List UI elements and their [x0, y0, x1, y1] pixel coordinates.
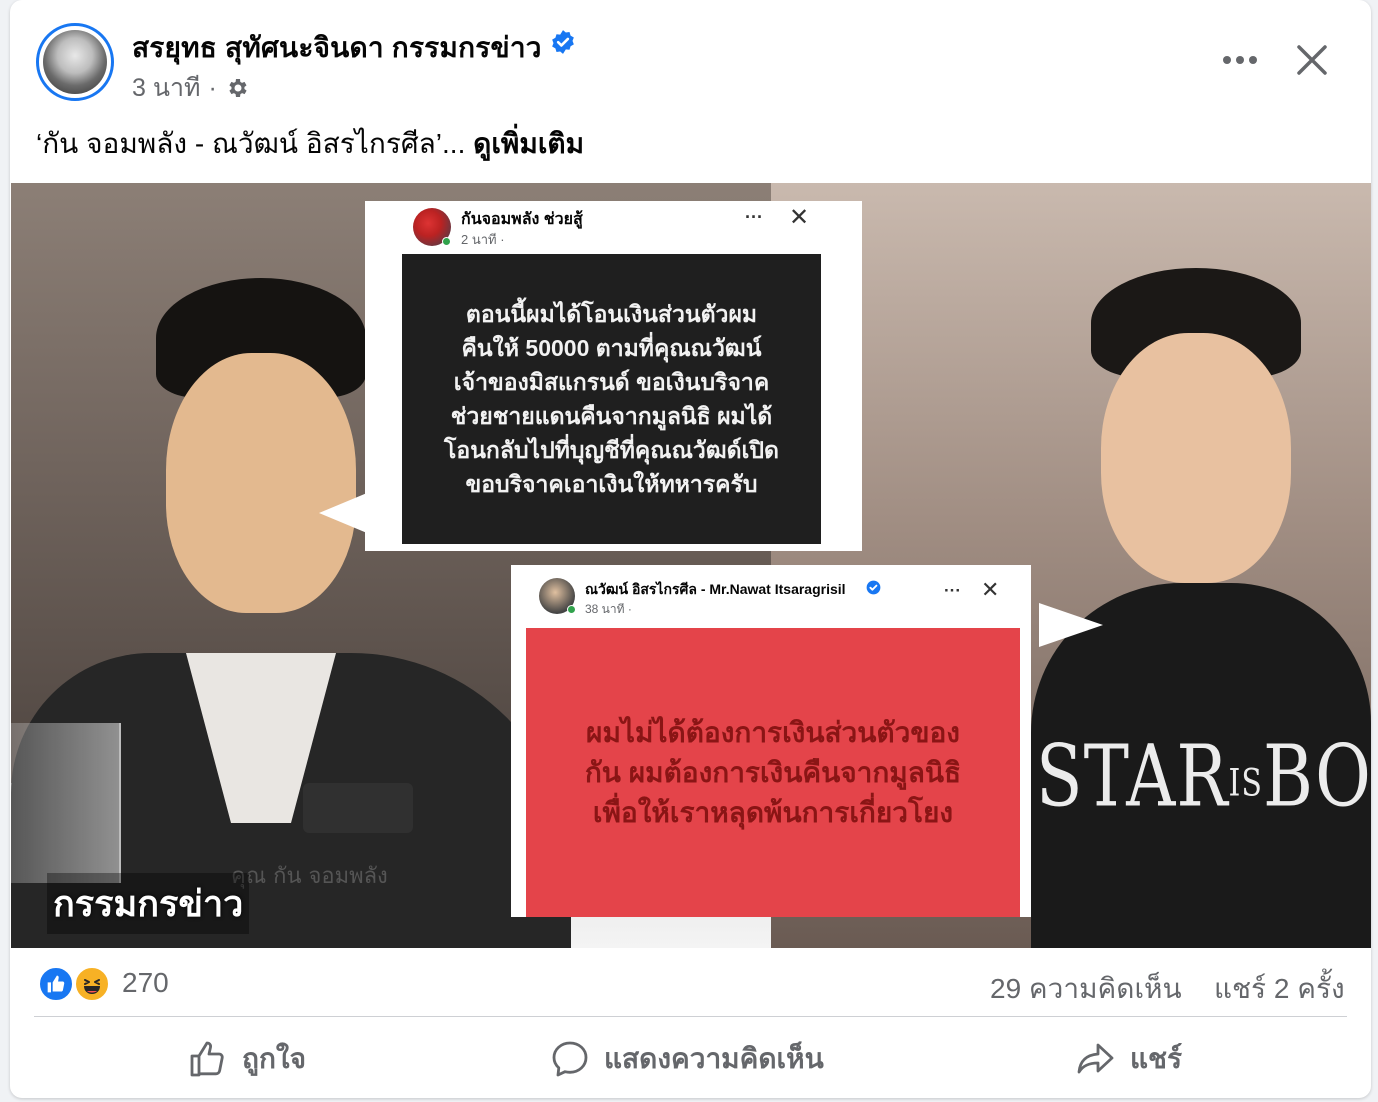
embedded-more-icon-1: ···	[745, 207, 763, 227]
like-icon	[190, 1041, 224, 1077]
phone-on-desk	[303, 783, 413, 833]
more-options-button[interactable]	[1216, 40, 1264, 80]
see-more-link[interactable]: ดูเพิ่มเติม	[473, 128, 584, 159]
comment-label: แสดงความคิดเห็น	[604, 1043, 824, 1074]
speech-bubble-tail-2	[1039, 603, 1103, 647]
water-glass	[11, 723, 121, 883]
shares-count[interactable]: แชร์ 2 ครั้ง	[1214, 967, 1345, 1011]
embedded-text-box-2: ผมไม่ได้ต้องการเงินส่วนตัวของ กัน ผมต้อง…	[526, 628, 1020, 917]
close-icon	[1297, 45, 1327, 75]
actions-divider	[34, 1016, 1347, 1017]
post-header: สรยุทธ สุทัศนะจินดา กรรมกรข่าว 3 นาที ·	[10, 0, 1371, 110]
embedded-more-icon-2: ···	[944, 581, 961, 600]
embedded-message-2: ผมไม่ได้ต้องการเงินส่วนตัวของ กัน ผมต้อง…	[584, 716, 962, 828]
author-name[interactable]: สรยุทธ สุทัศนะจินดา กรรมกรข่าว	[132, 26, 542, 70]
embedded-message-1: ตอนนี้ผมได้โอนเงินส่วนตัวผม คืนให้ 50000…	[444, 301, 779, 497]
embedded-verified-icon	[866, 580, 881, 595]
embedded-close-icon-2: ✕	[981, 577, 1000, 602]
comment-button[interactable]: แสดงความคิดเห็น	[550, 1036, 824, 1082]
post-caption: ‘กัน จอมพลัง - ณวัฒน์ อิสรไกรศีล’... ดูเ…	[36, 122, 584, 166]
thumbs-up-icon	[47, 975, 65, 993]
close-button[interactable]	[1288, 36, 1336, 84]
share-button[interactable]: แชร์	[1076, 1036, 1182, 1082]
embedded-time-2: 38 นาที ·	[585, 602, 632, 616]
like-reaction-icon[interactable]	[38, 966, 74, 1002]
shirt-text-born: BORN	[1262, 728, 1371, 827]
embedded-post-1: กันจอมพลัง ช่วยสู้ 2 นาที · ··· ✕ ตอนนี้…	[365, 201, 862, 551]
shirt-text-star: STAR	[1036, 728, 1229, 827]
post-card: สรยุทธ สุทัศนะจินดา กรรมกรข่าว 3 นาที · …	[10, 0, 1371, 1098]
embedded-post-2: ณวัฒน์ อิสรไกรศีล - Mr.Nawat Itsaragrisi…	[511, 565, 1031, 917]
person-right-face	[1101, 333, 1291, 583]
comment-icon	[552, 1041, 588, 1077]
audience-globe-icon	[229, 79, 247, 97]
online-dot-1	[442, 237, 451, 246]
post-actions: ถูกใจ แสดงความคิดเห็น แชร์	[10, 1020, 1371, 1098]
embedded-author-2: ณวัฒน์ อิสรไกรศีล - Mr.Nawat Itsaragrisi…	[585, 581, 846, 597]
reactions-count[interactable]: 270	[122, 967, 169, 999]
share-label: แชร์	[1130, 1043, 1183, 1074]
verified-badge-icon	[552, 30, 574, 54]
laughing-face-icon	[84, 979, 100, 994]
engagement-stats: 270 29 ความคิดเห็น แชร์ 2 ครั้ง	[10, 948, 1371, 1016]
nameplate: คุณ กัน จอมพลัง	[231, 864, 388, 889]
online-dot-2	[567, 605, 576, 614]
embedded-close-icon-1: ✕	[789, 204, 810, 231]
like-button[interactable]: ถูกใจ	[188, 1036, 306, 1082]
image-watermark: กรรมกรข่าว	[47, 873, 250, 934]
person-left-face	[166, 353, 356, 613]
shirt-text-is: IS	[1228, 761, 1263, 806]
like-label: ถูกใจ	[242, 1043, 306, 1074]
post-image[interactable]: STARISBORN คุณ กัน จอมพลัง กรรมกรข่าว กั…	[11, 183, 1371, 948]
embedded-text-box-1: ตอนนี้ผมได้โอนเงินส่วนตัวผม คืนให้ 50000…	[402, 254, 821, 544]
post-meta: 3 นาที ·	[132, 68, 249, 108]
shirt-print: STARISBORN	[1036, 728, 1371, 827]
post-time[interactable]: 3 นาที	[132, 68, 200, 108]
avatar-photo	[43, 30, 107, 94]
meta-separator: ·	[208, 73, 217, 102]
haha-reaction-icon[interactable]	[74, 966, 110, 1002]
author-avatar[interactable]	[36, 23, 114, 101]
share-icon	[1077, 1043, 1114, 1074]
caption-text: ‘กัน จอมพลัง - ณวัฒน์ อิสรไกรศีล’...	[36, 128, 466, 159]
comments-count[interactable]: 29 ความคิดเห็น	[990, 967, 1182, 1011]
more-dots-icon	[1223, 56, 1257, 64]
speech-bubble-tail-1	[319, 493, 367, 533]
embedded-time-1: 2 นาที ·	[461, 232, 505, 247]
